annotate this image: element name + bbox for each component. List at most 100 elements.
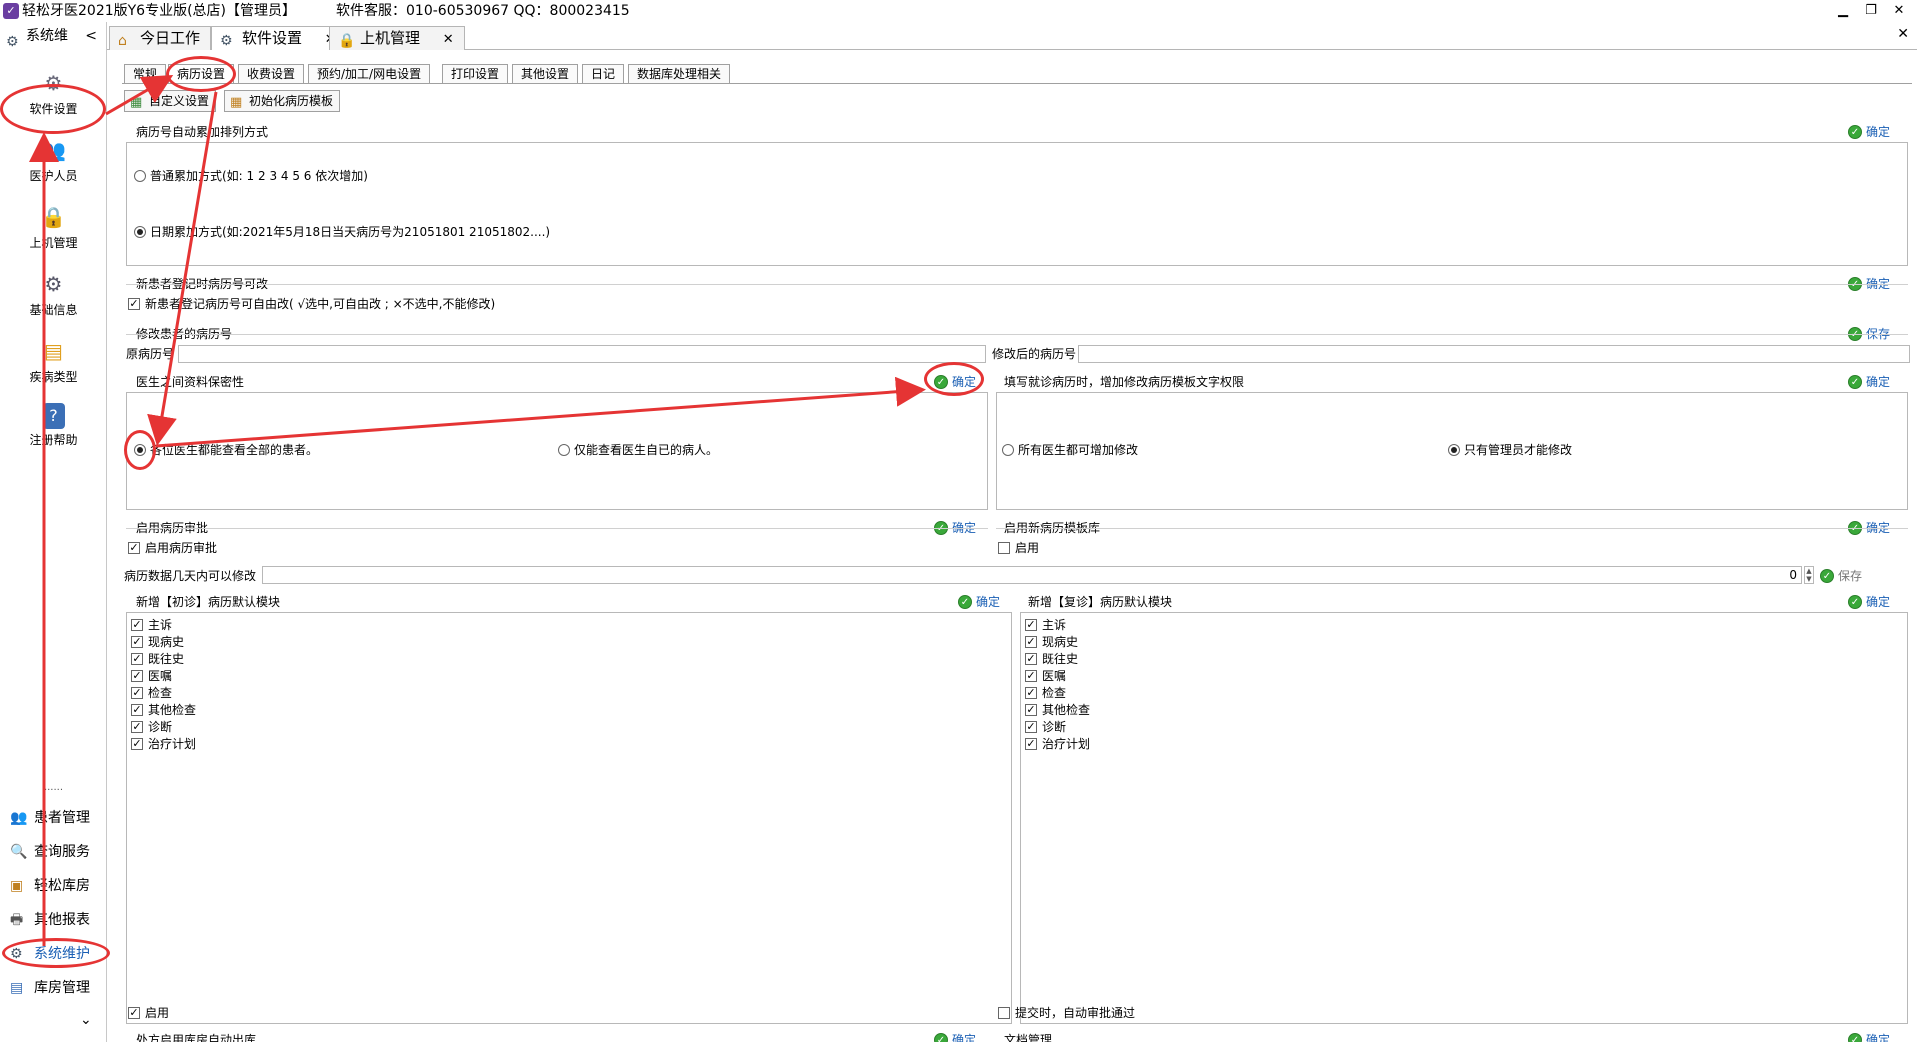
days-save-button[interactable]: ✓ 保存 [1820,568,1862,584]
return-visit-confirm-button[interactable]: ✓ 确定 [1848,594,1890,610]
nav-patient-management[interactable]: 👥 患者管理 [0,802,107,834]
radio-label: 各位医生都能查看全部的患者。 [150,443,319,457]
nav-label: 库房管理 [34,980,90,996]
checkbox-box [998,1007,1010,1019]
item-label: 治疗计划 [1042,737,1091,751]
tab-label: 今日工作 [140,29,201,47]
nav-login-management[interactable]: 🔒 上机管理 [0,196,107,262]
check-icon: ✓ [1848,1033,1862,1042]
subtab-diary[interactable]: 日记 [582,64,625,84]
check-icon: ✓ [1848,595,1862,609]
first-visit-item[interactable]: ✓ 既往史 [131,651,184,667]
editable-checkbox[interactable]: ✓ 新患者登记病历号可自由改( √选中,可自由改 ; ×不选中,不能修改) [128,296,495,312]
subtab-print[interactable]: 打印设置 [442,64,509,84]
tab-today-work[interactable]: ⌂ 今日工作 [109,26,212,50]
approval-checkbox[interactable]: ✓ 启用病历审批 [128,540,217,556]
return-visit-item[interactable]: ✓ 主诉 [1025,617,1066,633]
close-window-button[interactable]: ✕ [1884,2,1914,20]
numbering-box [126,142,1908,266]
window-title: 轻松牙医2021版Y6专业版(总店)【管理员】 [22,3,297,19]
nav-warehouse[interactable]: ▣ 轻松库房 [0,870,107,902]
first-visit-item[interactable]: ✓ 现病史 [131,634,184,650]
expand-chevron-icon[interactable]: ⌄ [80,1012,92,1028]
template-perm-admin-radio[interactable]: 只有管理员才能修改 [1448,442,1572,458]
tab-close-icon[interactable]: ✕ [443,29,454,51]
nav-registration-help[interactable]: ? 注册帮助 [0,397,107,463]
nav-basic-info[interactable]: ⚙ 基础信息 [0,263,107,329]
nav-disease-types[interactable]: ▤ 疾病类型 [0,330,107,396]
panel-divider-dots[interactable]: ...... [0,782,107,793]
radio-dot [134,226,146,238]
orig-record-input[interactable] [178,345,986,363]
nav-label: 上机管理 [29,236,78,250]
init-template-button[interactable]: ▦ 初始化病历模板 [224,90,341,112]
pharmacy-title: 处方启用库房自动出库 [136,1033,257,1042]
item-label: 既往史 [148,652,185,666]
minimize-button[interactable]: ▁ [1828,2,1858,20]
restore-button[interactable]: ❐ [1856,2,1886,20]
section-line [996,528,1908,529]
days-input[interactable]: 0 [262,566,1802,584]
item-label: 其他检查 [148,703,197,717]
privacy-own-radio[interactable]: 仅能查看医生自已的病人。 [558,442,718,458]
subtab-database[interactable]: 数据库处理相关 [628,64,731,84]
tab-login-management[interactable]: 🔒 上机管理 ✕ [329,26,465,50]
subtab-billing[interactable]: 收费设置 [238,64,305,84]
pharmacy-confirm-button[interactable]: ✓ 确定 [934,1032,976,1042]
return-visit-item[interactable]: ✓ 既往史 [1025,651,1078,667]
checkbox-box: ✓ [1025,737,1037,750]
return-visit-item[interactable]: ✓ 治疗计划 [1025,736,1090,752]
docs-confirm-button[interactable]: ✓ 确定 [1848,1032,1890,1042]
pharmacy-checkbox[interactable]: ✓ 启用 [128,1005,169,1021]
nav-query-service[interactable]: 🔍 查询服务 [0,836,107,868]
collapse-chevron-icon[interactable]: < [85,22,97,50]
return-visit-item[interactable]: ✓ 现病史 [1025,634,1078,650]
item-label: 诊断 [1042,720,1067,734]
return-visit-item[interactable]: ✓ 检查 [1025,685,1066,701]
days-spinner[interactable]: ▲ ▼ [1804,566,1814,584]
template-perm-confirm-button[interactable]: ✓ 确定 [1848,374,1890,390]
service-info: 软件客服：010-60530967 QQ：800023415 [336,3,630,19]
first-visit-item[interactable]: ✓ 其他检查 [131,702,196,718]
confirm-label: 确定 [1866,1033,1891,1042]
checkbox-box: ✓ [131,737,143,750]
return-visit-item[interactable]: ✓ 其他检查 [1025,702,1090,718]
nav-storage-management[interactable]: ▤ 库房管理 [0,972,107,1004]
checkbox-box: ✓ [131,618,143,631]
subtab-appointment[interactable]: 预约/加工/网电设置 [308,64,431,84]
new-lib-checkbox[interactable]: 启用 [998,540,1039,556]
first-visit-item[interactable]: ✓ 医嘱 [131,668,172,684]
document-gear-icon: ⚙ [44,272,63,296]
docs-checkbox[interactable]: 提交时，自动审批通过 [998,1005,1135,1021]
new-record-input[interactable] [1078,345,1910,363]
first-visit-item[interactable]: ✓ 检查 [131,685,172,701]
first-visit-confirm-button[interactable]: ✓ 确定 [958,594,1000,610]
app-window: ✓ 轻松牙医2021版Y6专业版(总店)【管理员】 软件客服：010-605309… [0,0,1917,1042]
check-icon: ✓ [1820,569,1834,583]
subtab-general[interactable]: 常规 [124,64,167,84]
custom-settings-button[interactable]: ▦ 自定义设置 [124,90,217,112]
numbering-normal-radio[interactable]: 普通累加方式(如: 1 2 3 4 5 6 依次增加) [134,168,368,184]
section-line [126,334,1908,335]
radio-dot [134,170,146,182]
numbering-date-radio[interactable]: 日期累加方式(如:2021年5月18日当天病历号为21051801 210518… [134,224,550,240]
first-visit-item[interactable]: ✓ 主诉 [131,617,172,633]
nav-other-reports[interactable]: 🖶 其他报表 [0,904,107,936]
return-visit-item[interactable]: ✓ 诊断 [1025,719,1066,735]
privacy-all-radio[interactable]: 各位医生都能查看全部的患者。 [134,442,318,458]
tab-software-settings[interactable]: ⚙ 软件设置 ✕ [211,26,347,51]
return-visit-item[interactable]: ✓ 医嘱 [1025,668,1066,684]
numbering-confirm-button[interactable]: ✓ 确定 [1848,124,1890,140]
home-icon: ⌂ [118,33,127,49]
checkbox-box: ✓ [131,720,143,733]
template-perm-all-radio[interactable]: 所有医生都可增加修改 [1002,442,1138,458]
close-all-tabs-icon[interactable]: ✕ [1897,26,1909,42]
template-perm-title: 填写就诊病历时，增加修改病历模板文字权限 [1004,375,1245,389]
nav-medical-staff[interactable]: 👥 医护人员 [0,129,107,195]
first-visit-item[interactable]: ✓ 诊断 [131,719,172,735]
checkbox-box: ✓ [128,1006,140,1019]
radio-label: 日期累加方式(如:2021年5月18日当天病历号为21051801 210518… [150,225,551,239]
radio-dot [1448,444,1460,456]
subtab-other[interactable]: 其他设置 [512,64,579,84]
first-visit-item[interactable]: ✓ 治疗计划 [131,736,196,752]
